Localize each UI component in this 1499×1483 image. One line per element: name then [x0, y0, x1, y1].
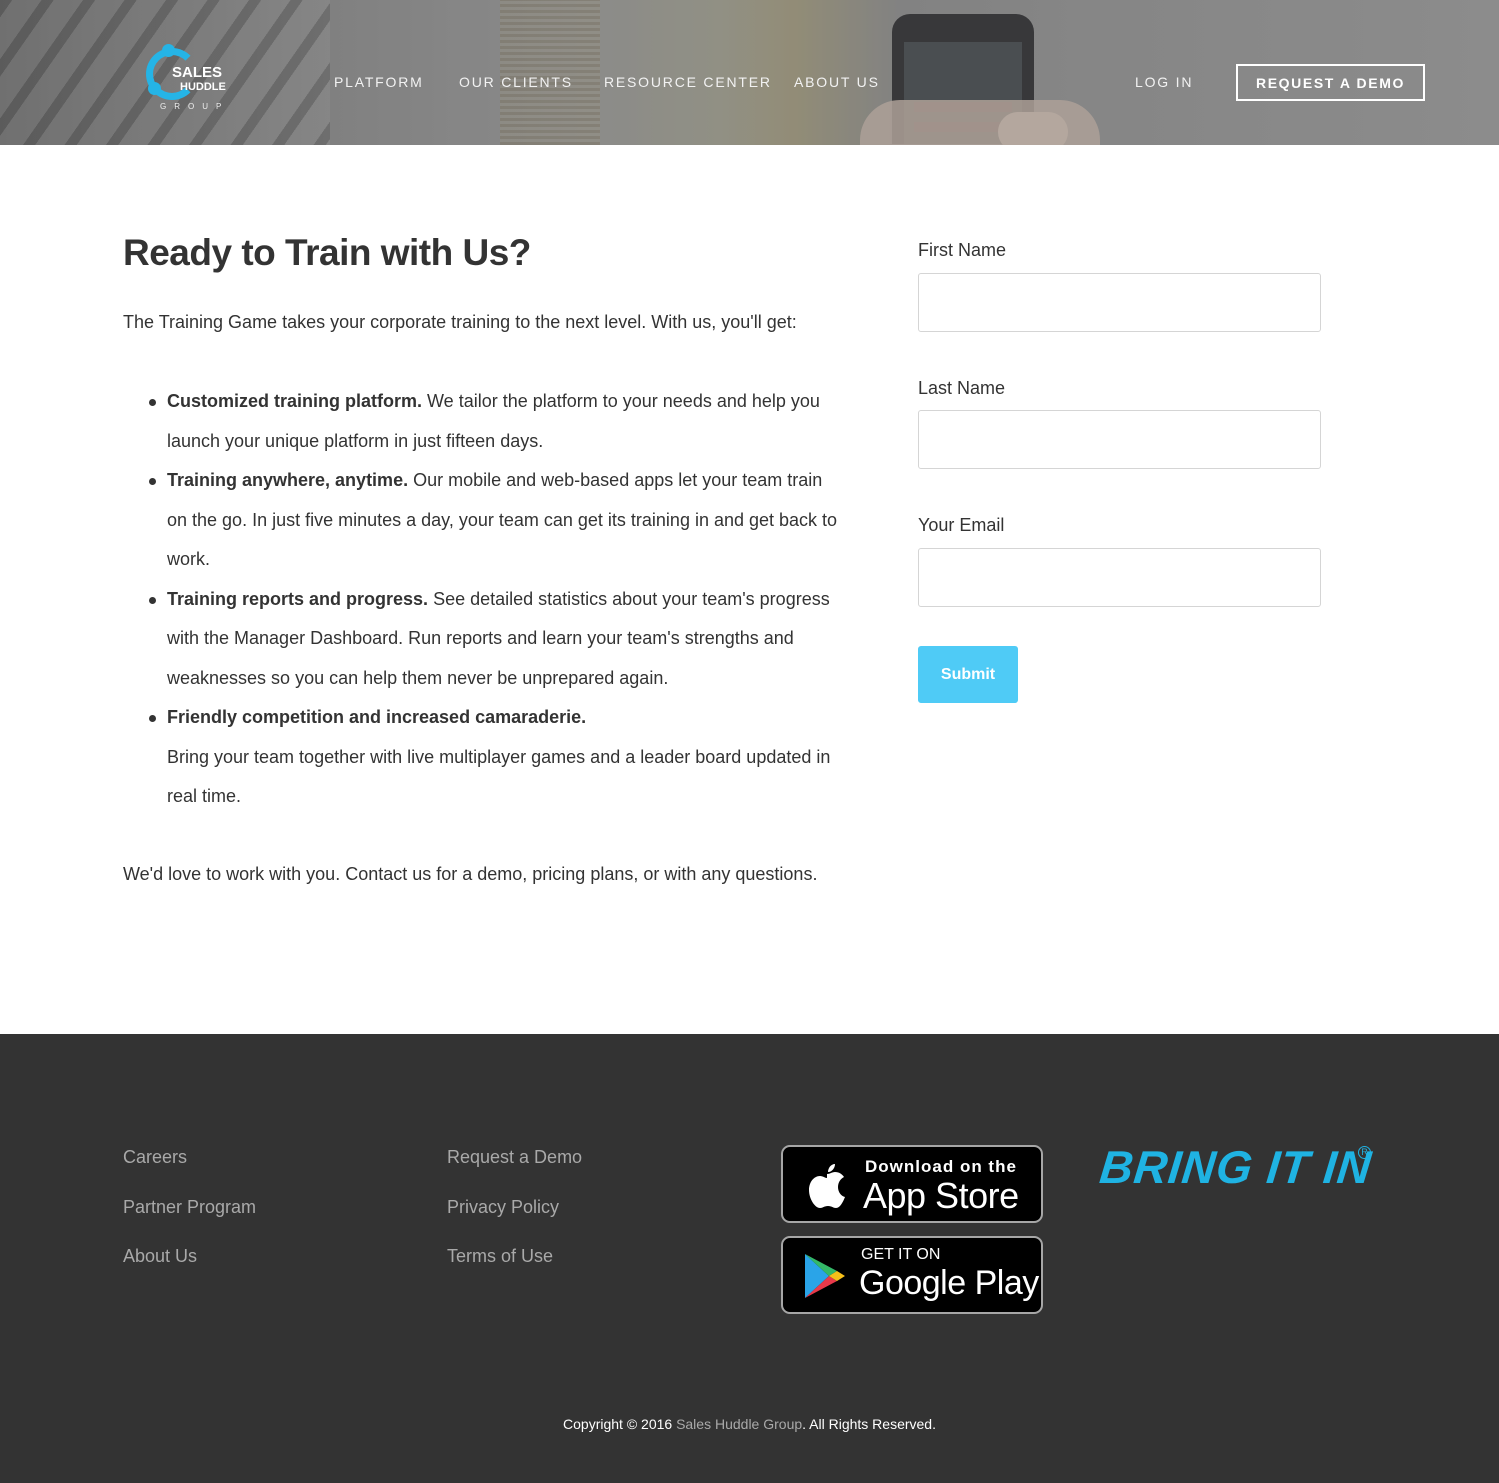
footer-link-careers[interactable]: Careers — [123, 1147, 187, 1168]
copyright-suffix: . All Rights Reserved. — [802, 1416, 936, 1432]
feature-item: Training anywhere, anytime. Our mobile a… — [149, 461, 887, 580]
first-name-field[interactable] — [918, 273, 1321, 332]
outro-text: We'd love to work with you. Contact us f… — [123, 864, 818, 884]
app-store-badge[interactable]: Download on the App Store — [781, 1145, 1043, 1223]
nav-platform[interactable]: PLATFORM — [334, 74, 424, 90]
feature-text: See detailed statistics about your team'… — [428, 588, 830, 609]
tagline-logo: BRING IT IN — [1097, 1141, 1375, 1193]
logo-text-sales: SALES — [172, 64, 223, 81]
email-field[interactable] — [918, 548, 1321, 607]
request-demo-button[interactable]: REQUEST A DEMO — [1236, 64, 1425, 101]
nav-about-us[interactable]: ABOUT US — [794, 74, 880, 90]
feature-text: weaknesses so you can help them never be… — [167, 667, 669, 688]
footer-link-request-demo[interactable]: Request a Demo — [447, 1147, 582, 1168]
logo-dot — [162, 44, 175, 57]
app-store-big-text: App Store — [863, 1175, 1019, 1216]
feature-text: on the go. In just five minutes a day, y… — [167, 509, 838, 530]
footer-link-terms-of-use[interactable]: Terms of Use — [447, 1246, 553, 1267]
email-label: Your Email — [918, 515, 1005, 535]
registered-mark: R — [1358, 1146, 1371, 1159]
feature-title: Training reports and progress. — [167, 588, 429, 609]
site-header: SALES HUDDLE GROUP PLATFORM OUR CLIENTS … — [0, 0, 1499, 145]
feature-text: with the Manager Dashboard. Run reports … — [167, 628, 794, 648]
copyright: Copyright © 2016 Sales Huddle Group. All… — [0, 1416, 1499, 1432]
feature-list: Customized training platform. We tailor … — [149, 382, 887, 817]
google-play-icon — [805, 1254, 845, 1298]
feature-text: work. — [167, 549, 211, 569]
feature-item: Training reports and progress. See detai… — [149, 580, 887, 699]
site-logo[interactable]: SALES HUDDLE GROUP — [146, 44, 246, 114]
nav-our-clients[interactable]: OUR CLIENTS — [459, 74, 573, 90]
nav-log-in[interactable]: LOG IN — [1135, 74, 1193, 90]
page-title: Ready to Train with Us? — [123, 232, 531, 273]
copyright-company-link[interactable]: Sales Huddle Group — [676, 1416, 802, 1432]
logo-text-huddle: HUDDLE — [180, 81, 226, 93]
feature-text: launch your unique platform in just fift… — [167, 430, 544, 451]
feature-title: Friendly competition and increased camar… — [167, 707, 587, 727]
last-name-field[interactable] — [918, 410, 1321, 469]
feature-title: Customized training platform. — [167, 391, 423, 411]
feature-title: Training anywhere, anytime. — [167, 470, 409, 490]
nav-resource-center[interactable]: RESOURCE CENTER — [604, 74, 772, 90]
footer-link-privacy-policy[interactable]: Privacy Policy — [447, 1197, 559, 1218]
logo-text-group: GROUP — [160, 102, 230, 111]
apple-icon — [809, 1164, 845, 1208]
feature-item: Customized training platform. We tailor … — [149, 382, 887, 461]
feature-item: Friendly competition and increased camar… — [149, 698, 887, 817]
submit-button[interactable]: Submit — [918, 646, 1018, 703]
feature-text: Our mobile and web-based apps let your t… — [408, 470, 823, 490]
first-name-label: First Name — [918, 240, 1007, 260]
copyright-prefix: Copyright © 2016 — [563, 1416, 677, 1432]
feature-text: We tailor the platform to your needs and… — [422, 391, 820, 411]
app-store-small-text: Download on the — [865, 1157, 1017, 1176]
google-play-small-text: GET IT ON — [861, 1246, 941, 1263]
google-play-big-text: Google Play — [859, 1264, 1039, 1302]
feature-text: Bring your team together with live multi… — [167, 746, 831, 767]
feature-text: real time. — [167, 786, 242, 806]
last-name-label: Last Name — [918, 378, 1006, 398]
google-play-badge[interactable]: GET IT ON Google Play — [781, 1236, 1043, 1314]
logo-dot — [148, 82, 161, 95]
footer-link-about-us[interactable]: About Us — [123, 1246, 197, 1267]
footer-link-partner-program[interactable]: Partner Program — [123, 1197, 256, 1218]
intro-text: The Training Game takes your corporate t… — [123, 312, 797, 332]
